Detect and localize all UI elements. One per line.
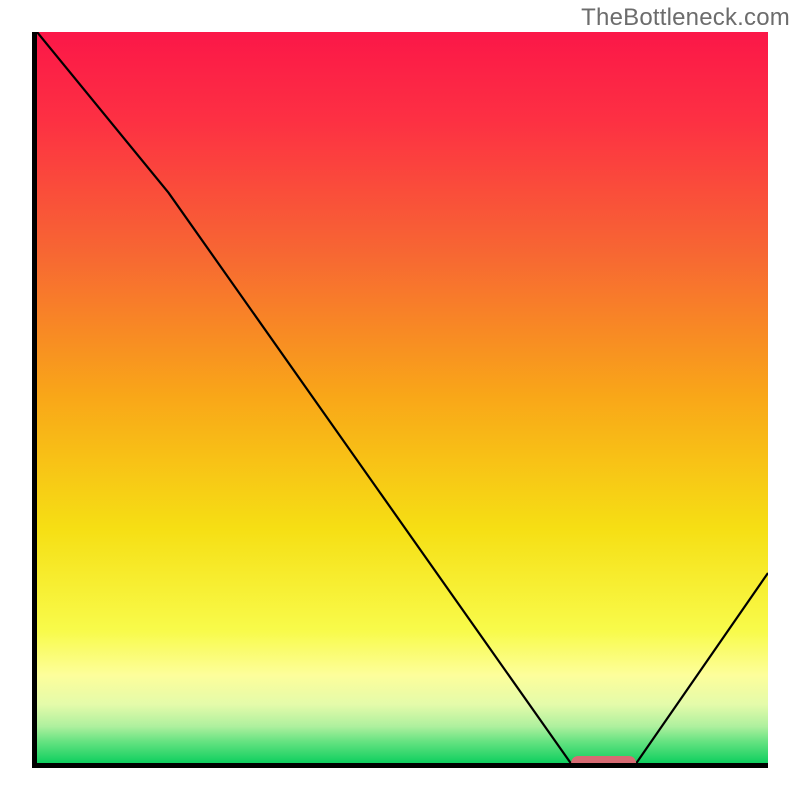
curve-polyline xyxy=(37,32,768,763)
watermark-text: TheBottleneck.com xyxy=(581,4,790,32)
chart-container: TheBottleneck.com xyxy=(0,0,800,800)
plot-area xyxy=(37,32,768,763)
optimal-range-marker xyxy=(571,756,637,763)
bottleneck-curve xyxy=(37,32,768,763)
plot-axes xyxy=(32,32,768,768)
